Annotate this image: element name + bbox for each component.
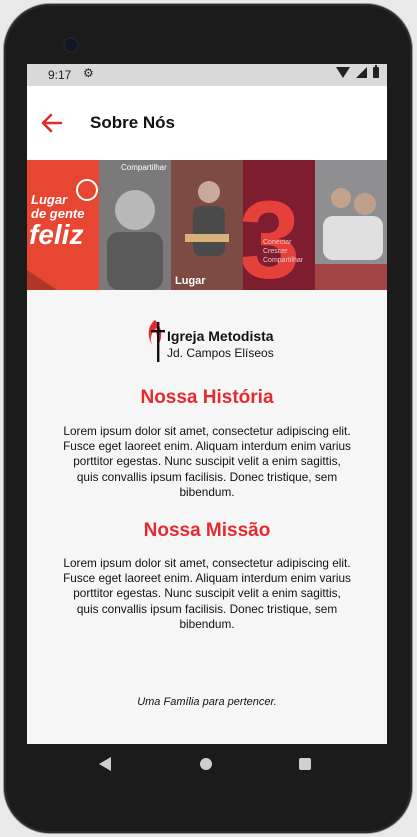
- banner-photo-2: Lugar: [171, 160, 243, 290]
- banner-text-7: Compartilhar: [263, 257, 304, 264]
- battery-icon: [373, 65, 379, 78]
- status-time: 9:17: [48, 68, 72, 82]
- banner-text-6: Crescer: [263, 248, 288, 255]
- banner-tile-text: Lugar de gente feliz: [27, 160, 99, 290]
- banner-number: 3: [243, 179, 300, 290]
- mission-heading: Nossa Missão: [143, 520, 271, 541]
- front-camera: [65, 39, 77, 51]
- status-icons: [336, 65, 379, 78]
- church-logo: Igreja Metodista Jd. Campos Elíseos: [145, 316, 275, 364]
- arrow-left-icon[interactable]: [39, 110, 65, 136]
- banner-text-1: Lugar: [31, 192, 68, 207]
- app-bar: Sobre Nós: [27, 86, 387, 160]
- page-title: Sobre Nós: [90, 113, 176, 132]
- recent-square-icon[interactable]: [299, 758, 311, 770]
- back-triangle-icon[interactable]: [99, 757, 111, 771]
- mission-text: Lorem ipsum dolor sit amet, consectetur …: [63, 556, 351, 631]
- system-nav-bar: [27, 744, 387, 786]
- banner-text-8: Lugar: [175, 275, 206, 287]
- banner-text-5: Conectar: [263, 239, 292, 246]
- banner-graphic: Lugar de gente feliz: [27, 179, 98, 290]
- history-heading: Nossa História: [140, 387, 274, 408]
- footer-tagline: Uma Família para pertencer.: [137, 696, 277, 708]
- status-bar: 9:17 ⚙: [27, 64, 387, 86]
- cross-flame-icon: [148, 320, 165, 362]
- banner-text-4: Compartilhar: [121, 163, 167, 172]
- banner-tile-number: 3 Conectar Crescer Compartilhar: [243, 160, 315, 290]
- signal-icon: [356, 67, 367, 78]
- banner-text-3: feliz: [29, 219, 83, 250]
- banner-photo-1: Compartilhar: [99, 160, 171, 290]
- logo-subtitle: Jd. Campos Elíseos: [167, 346, 274, 360]
- history-text: Lorem ipsum dolor sit amet, consectetur …: [63, 424, 351, 499]
- home-circle-icon[interactable]: [200, 758, 212, 770]
- hero-banner: Lugar de gente feliz Compartilhar Lugar: [27, 160, 387, 290]
- gear-icon: ⚙: [83, 66, 94, 80]
- banner-photo-3: [315, 160, 387, 290]
- app-screen: 9:17 ⚙ Sobre Nós Lugar de gente feliz Co…: [27, 64, 387, 744]
- logo-title: Igreja Metodista: [167, 328, 274, 344]
- wifi-icon: [336, 67, 350, 78]
